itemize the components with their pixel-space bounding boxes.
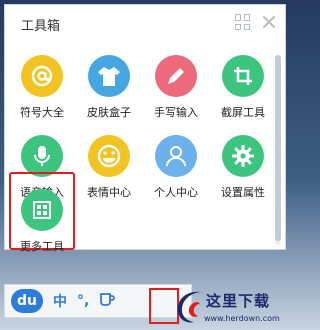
tool-handwriting[interactable]: 手写输入 <box>143 55 209 135</box>
scrollbar[interactable] <box>275 55 281 245</box>
tool-label: 符号大全 <box>20 106 64 119</box>
microphone-icon <box>21 135 63 177</box>
tool-symbols[interactable]: 符号大全 <box>9 55 75 135</box>
baidu-logo[interactable]: du <box>11 289 43 313</box>
tool-settings[interactable]: 设置属性 <box>210 135 276 215</box>
cup-icon[interactable] <box>99 292 116 310</box>
tool-screenshot[interactable]: 截屏工具 <box>210 55 276 135</box>
crop-icon <box>222 55 264 97</box>
watermark-title: 这里下载 <box>206 292 271 310</box>
toolbox-panel: 工具箱 符号大全 皮肤盒子 手写输入 截屏工具 表情中心 个人中心 设置属性 更… <box>4 4 286 253</box>
tool-skin-box[interactable]: 皮肤盒子 <box>76 55 142 135</box>
tool-label: 手写输入 <box>154 106 198 119</box>
watermark: 这里下载 www.herdown.com <box>170 284 290 330</box>
smiley-icon <box>88 135 130 177</box>
scrollbar-thumb[interactable] <box>275 55 281 241</box>
input-mode-toggle[interactable]: 中 <box>53 291 67 311</box>
tool-label: 设置属性 <box>221 186 265 199</box>
gear-icon <box>222 135 264 177</box>
tool-emoji-center[interactable]: 表情中心 <box>76 135 142 215</box>
close-icon[interactable] <box>261 14 277 30</box>
tool-label: 表情中心 <box>87 186 131 199</box>
tshirt-icon <box>88 55 130 97</box>
title-bar: 工具箱 <box>5 5 285 41</box>
grid-icon <box>21 189 63 231</box>
pencil-icon <box>155 55 197 97</box>
watermark-logo <box>177 291 202 323</box>
punctuation-toggle[interactable]: °, <box>77 293 89 309</box>
tool-personal-center[interactable]: 个人中心 <box>143 135 209 215</box>
tool-label: 个人中心 <box>154 186 198 199</box>
layout-grid-icon[interactable] <box>235 14 251 30</box>
user-icon <box>155 135 197 177</box>
panel-title: 工具箱 <box>21 19 61 34</box>
title-actions <box>235 14 277 30</box>
tool-label: 截屏工具 <box>221 106 265 119</box>
at-symbol-icon <box>21 55 63 97</box>
tool-label: 更多工具 <box>20 240 64 253</box>
tool-more-tools[interactable]: 更多工具 <box>9 189 75 269</box>
watermark-url: www.herdown.com <box>204 314 280 323</box>
tool-label: 皮肤盒子 <box>87 106 131 119</box>
